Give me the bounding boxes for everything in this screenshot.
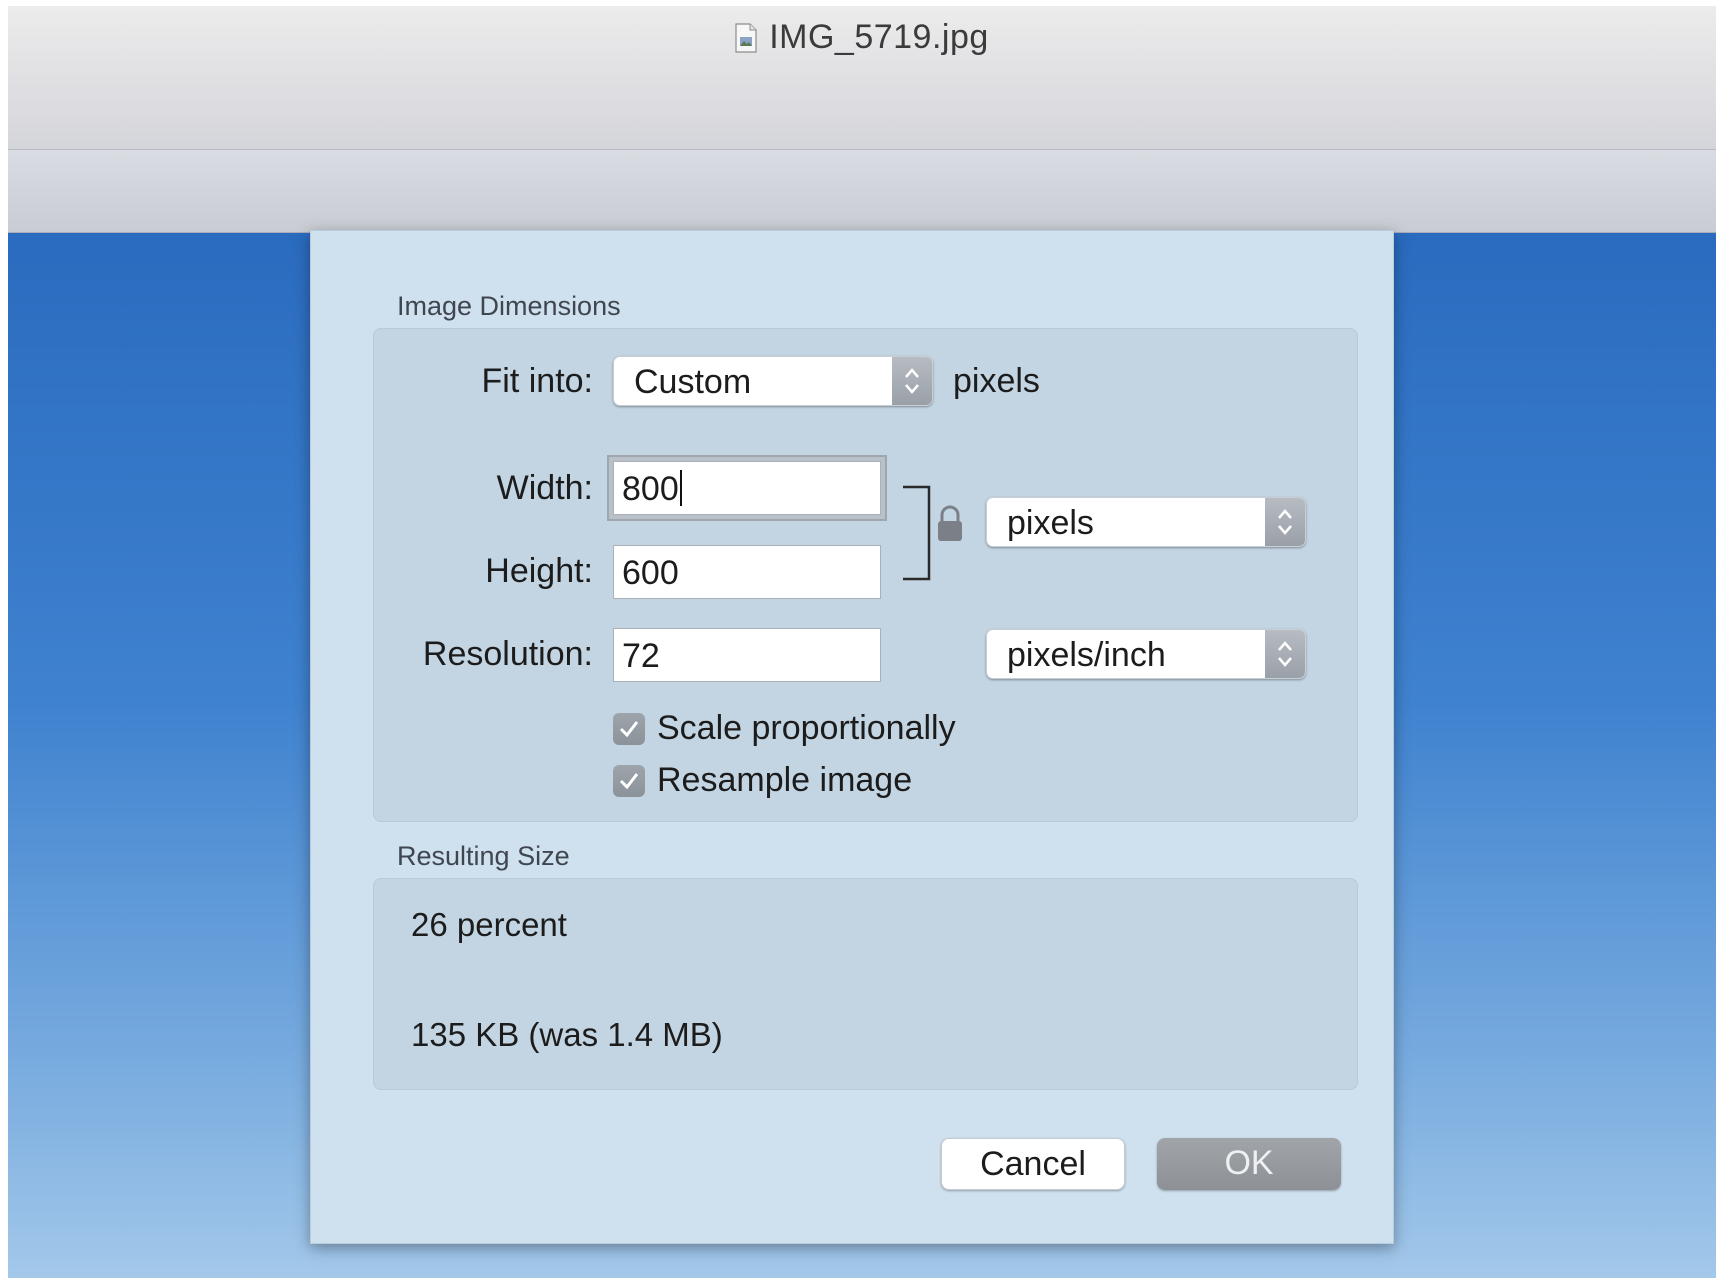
width-value: 800 — [622, 470, 679, 508]
updown-arrows-icon — [892, 357, 932, 405]
height-label: Height: — [485, 552, 593, 590]
image-dimensions-heading: Image Dimensions — [397, 291, 621, 321]
window-title: IMG_5719.jpg — [769, 18, 989, 56]
updown-arrows-icon — [1265, 498, 1305, 546]
resulting-size-heading: Resulting Size — [397, 841, 570, 871]
resolution-unit-popup[interactable]: pixels/inch — [986, 629, 1306, 679]
result-file-size: 135 KB (was 1.4 MB) — [411, 1016, 723, 1053]
resolution-unit-value: pixels/inch — [1007, 636, 1166, 674]
result-percent: 26 percent — [411, 906, 567, 943]
jpeg-document-icon — [735, 22, 757, 53]
window-toolbar — [8, 150, 1716, 233]
height-field[interactable]: 600 — [613, 545, 881, 599]
checkmark-icon — [613, 712, 645, 745]
resolution-label: Resolution: — [422, 635, 593, 673]
height-value: 600 — [622, 554, 679, 592]
fit-into-label: Fit into: — [481, 362, 593, 400]
preview-window: IMG_5719.jpg Image Dimensions Fit into: … — [8, 6, 1716, 1278]
scale-proportionally-label: Scale proportionally — [657, 709, 956, 747]
resample-image-label: Resample image — [657, 761, 913, 799]
lock-icon[interactable] — [935, 504, 965, 544]
resolution-value: 72 — [622, 637, 660, 675]
window-titlebar: IMG_5719.jpg — [8, 6, 1716, 150]
adjust-size-sheet: Image Dimensions Fit into: Custom pixels… — [310, 230, 1394, 1244]
resolution-field[interactable]: 72 — [613, 628, 881, 682]
window-title-group: IMG_5719.jpg — [8, 18, 1716, 57]
updown-arrows-icon — [1265, 630, 1305, 678]
size-unit-popup[interactable]: pixels — [986, 497, 1306, 547]
fit-into-value: Custom — [634, 363, 752, 401]
width-label: Width: — [496, 469, 593, 507]
width-field[interactable]: 800 — [613, 461, 881, 515]
size-unit-value: pixels — [1007, 504, 1094, 542]
text-caret — [679, 470, 682, 506]
fit-into-popup[interactable]: Custom — [613, 356, 933, 406]
checkmark-icon — [613, 764, 645, 797]
ok-button[interactable]: OK — [1157, 1138, 1341, 1190]
fit-into-unit: pixels — [953, 362, 1040, 400]
cancel-button[interactable]: Cancel — [941, 1138, 1125, 1190]
resample-image-checkbox[interactable]: Resample image — [613, 761, 912, 800]
scale-proportionally-checkbox[interactable]: Scale proportionally — [613, 709, 956, 748]
